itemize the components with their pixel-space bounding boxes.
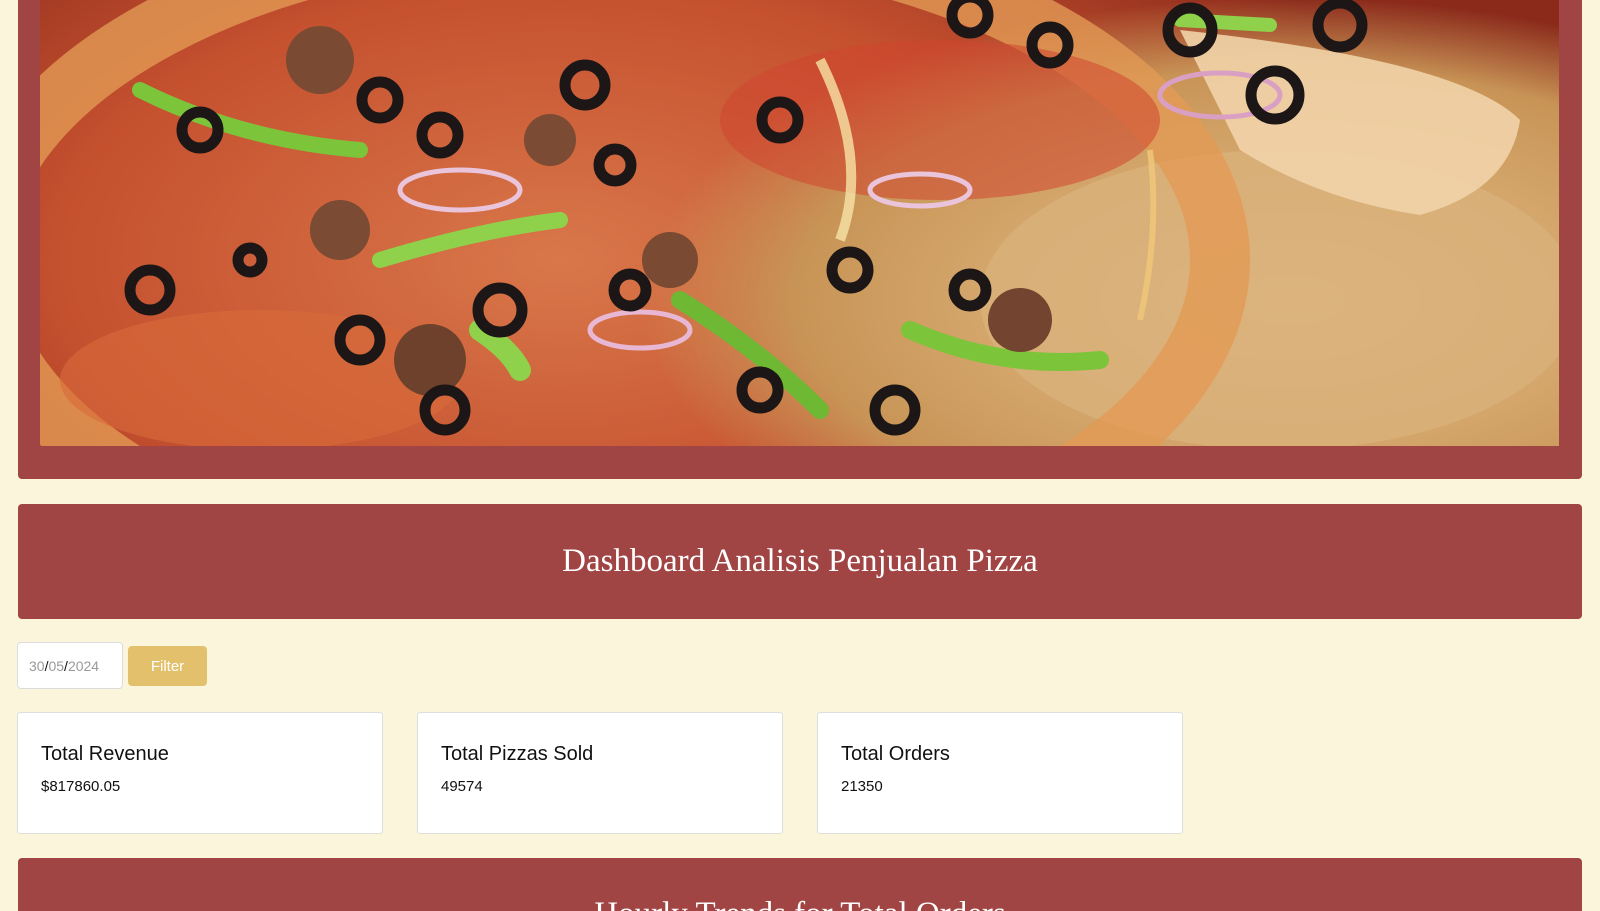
date-input[interactable]: 30/05/2024 (17, 642, 123, 689)
stat-card-value: 21350 (841, 778, 883, 795)
date-month[interactable]: 05 (48, 658, 64, 674)
stat-card-label: Total Pizzas Sold (441, 743, 594, 765)
stat-card-value: 49574 (441, 778, 483, 795)
title-banner: Dashboard Analisis Penjualan Pizza (18, 504, 1582, 619)
stat-card-label: Total Revenue (41, 743, 169, 765)
date-day[interactable]: 30 (29, 658, 45, 674)
stat-card-pizzas-sold: Total Pizzas Sold 49574 (417, 712, 783, 834)
section-title: Hourly Trends for Total Orders (18, 896, 1582, 911)
stat-card-label: Total Orders (841, 743, 950, 765)
hero-banner (18, 0, 1582, 479)
pizza-hero-image (40, 0, 1559, 446)
stat-card-value: $817860.05 (41, 778, 121, 795)
stat-card-revenue: Total Revenue $817860.05 (17, 712, 383, 834)
filter-button[interactable]: Filter (128, 646, 207, 686)
pizza-illustration (40, 0, 1559, 446)
page-title: Dashboard Analisis Penjualan Pizza (562, 543, 1038, 579)
date-year[interactable]: 2024 (68, 658, 99, 674)
section-banner: Hourly Trends for Total Orders (18, 858, 1582, 911)
stat-card-orders: Total Orders 21350 (817, 712, 1183, 834)
